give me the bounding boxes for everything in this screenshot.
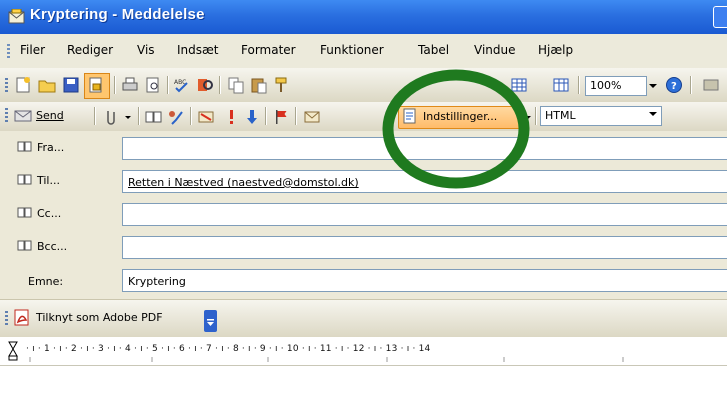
menu-filer[interactable]: Filer [20, 43, 45, 57]
check-names-icon[interactable] [166, 108, 184, 126]
chevron-down-icon [207, 319, 214, 326]
format-dropdown-arrow-icon[interactable] [648, 109, 658, 119]
zoom-value: 100% [590, 79, 622, 92]
ruler: · ı · 1 · ı · 2 · ı · 3 · ı · 4 · ı · 5 … [0, 337, 727, 366]
window-title: Kryptering - Meddelelse [30, 6, 205, 23]
bcc-row: Bcc... [0, 232, 727, 264]
save-icon[interactable] [62, 76, 80, 94]
menu-funktioner[interactable]: Funktioner [320, 43, 384, 57]
mail-message-icon [8, 9, 25, 24]
message-header-fields: Fra... Til... Retten i Næstved (naestved… [0, 131, 727, 299]
bcc-button[interactable]: Bcc... [17, 240, 67, 256]
to-label: Til... [37, 174, 60, 187]
message-toolbar: Send Indstillinger... HTML [0, 102, 727, 132]
toolbar-separator [138, 107, 140, 125]
bcc-field[interactable] [122, 236, 727, 259]
menu-formater[interactable]: Formater [241, 43, 296, 57]
message-format-value: HTML [545, 109, 576, 122]
from-row: Fra... [0, 133, 727, 165]
toolbar-separator [295, 107, 297, 125]
standard-toolbar: ABC 100% ? [0, 68, 727, 103]
cc-label: Cc... [37, 207, 62, 220]
mail-flag-icon[interactable] [197, 108, 215, 126]
permission-icon [89, 77, 102, 93]
menu-vindue[interactable]: Vindue [474, 43, 516, 57]
svg-text:?: ? [671, 81, 677, 92]
attach-as-adobe-pdf-label: Tilknyt som Adobe PDF [36, 311, 163, 324]
send-label: Send [36, 109, 64, 122]
book-icon[interactable] [702, 76, 720, 94]
address-book-icon [17, 207, 32, 218]
paste-icon[interactable] [250, 76, 268, 94]
title-bar: Kryptering - Meddelelse [0, 0, 727, 34]
bcc-label: Bcc... [37, 240, 68, 253]
toolbar-separator [265, 107, 267, 125]
to-row: Til... Retten i Næstved (naestved@domsto… [0, 166, 727, 198]
attach-paperclip-icon[interactable] [101, 108, 119, 126]
toolbar-separator [94, 107, 96, 125]
address-book-icon [17, 174, 32, 185]
minimize-button[interactable] [713, 6, 727, 28]
toolbar-separator [578, 76, 580, 94]
toolbar-grip[interactable] [5, 311, 8, 325]
toolbar-separator [114, 76, 116, 94]
menu-vis[interactable]: Vis [137, 43, 155, 57]
cc-button[interactable]: Cc... [17, 207, 61, 223]
highlight-circle [382, 69, 530, 189]
cc-row: Cc... [0, 199, 727, 231]
to-button[interactable]: Til... [17, 174, 60, 190]
subject-row: Emne: Kryptering [0, 265, 727, 297]
print-icon[interactable] [121, 76, 139, 94]
tables-borders-icon[interactable] [552, 76, 570, 94]
from-button[interactable]: Fra... [17, 141, 64, 157]
menu-hjaelp[interactable]: Hjælp [538, 43, 573, 57]
print-preview-icon[interactable] [144, 76, 162, 94]
menubar-grip[interactable] [7, 44, 10, 58]
copy-icon[interactable] [227, 76, 245, 94]
new-icon[interactable] [14, 76, 32, 94]
attach-dropdown-arrow-icon[interactable] [123, 108, 133, 126]
menu-tabel[interactable]: Tabel [418, 43, 449, 57]
toolbar-separator [535, 107, 537, 125]
ruler-ticks [29, 357, 624, 362]
tab-stop-icon[interactable] [8, 341, 18, 361]
attach-as-adobe-pdf-button[interactable]: Tilknyt som Adobe PDF [14, 307, 202, 329]
adobe-pdf-icon [14, 309, 29, 326]
toolbar-options-chevron[interactable] [204, 310, 217, 332]
from-label: Fra... [37, 141, 65, 154]
high-importance-icon[interactable] [222, 108, 240, 126]
follow-up-flag-icon[interactable] [272, 108, 290, 126]
message-body[interactable] [0, 366, 727, 397]
help-icon[interactable]: ? [665, 76, 683, 94]
toolbar-grip[interactable] [5, 108, 8, 124]
address-book-icon [17, 240, 32, 251]
menu-bar: Filer Rediger Vis Indsæt Formater Funkti… [0, 34, 727, 69]
toolbar-separator [219, 76, 221, 94]
research-icon[interactable] [196, 76, 214, 94]
menu-rediger[interactable]: Rediger [67, 43, 113, 57]
message-format-select[interactable]: HTML [540, 106, 662, 126]
zoom-select[interactable]: 100% [585, 76, 647, 96]
address-book-icon[interactable] [145, 108, 163, 126]
toolbar-separator [167, 76, 169, 94]
cc-field[interactable] [122, 203, 727, 226]
toolbar-separator [690, 76, 692, 94]
ruler-scale: · ı · 1 · ı · 2 · ı · 3 · ı · 4 · ı · 5 … [26, 344, 431, 354]
subject-label: Emne: [28, 275, 64, 288]
format-painter-icon[interactable] [273, 76, 291, 94]
toolbar-grip[interactable] [5, 78, 8, 94]
open-folder-icon[interactable] [38, 76, 56, 94]
send-envelope-icon [14, 110, 32, 122]
toolbar-separator [190, 107, 192, 125]
spelling-icon[interactable]: ABC [173, 76, 191, 94]
address-book-icon [17, 141, 32, 152]
menu-indsaet[interactable]: Indsæt [177, 43, 219, 57]
zoom-dropdown-arrow-icon[interactable] [646, 76, 660, 96]
envelope-options-icon[interactable] [303, 108, 321, 126]
low-importance-icon[interactable] [243, 108, 261, 126]
adobe-pdf-toolbar: Tilknyt som Adobe PDF [0, 299, 727, 338]
subject-field[interactable]: Kryptering [122, 269, 727, 292]
